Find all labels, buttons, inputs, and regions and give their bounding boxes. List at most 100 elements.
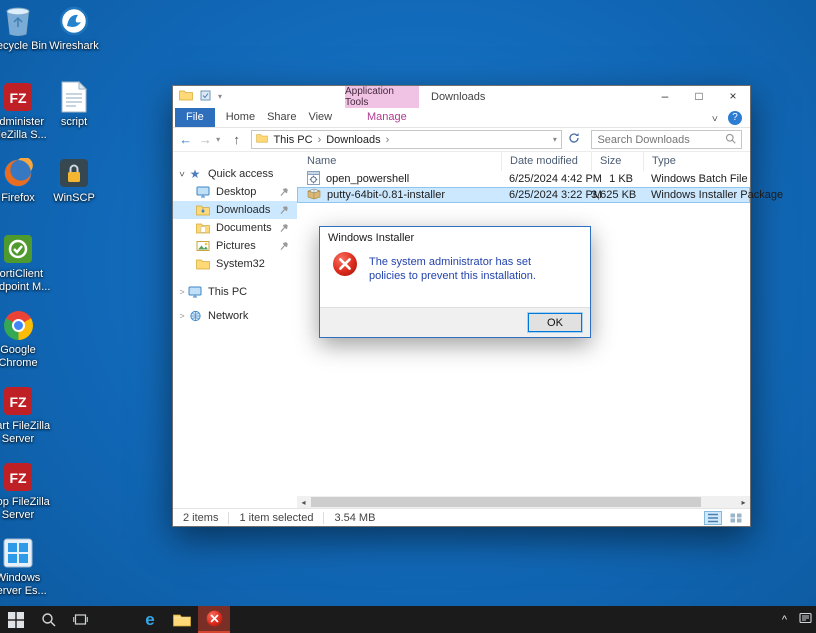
pin-icon bbox=[279, 205, 289, 218]
pictures-icon bbox=[195, 240, 211, 252]
filezilla-icon: FZ bbox=[1, 80, 35, 114]
tray-expand-icon[interactable]: ^ bbox=[782, 614, 787, 626]
quick-access-toolbar: ▾ bbox=[179, 89, 228, 104]
sidebar-item-downloads[interactable]: Downloads bbox=[173, 201, 297, 219]
forward-button[interactable]: → bbox=[197, 132, 215, 147]
tab-manage[interactable]: Manage bbox=[361, 108, 405, 127]
recent-locations-dropdown-icon[interactable]: ▾ bbox=[216, 135, 226, 144]
qat-properties-icon[interactable] bbox=[200, 90, 211, 104]
desktop-icon-label: Start FileZilla Server bbox=[0, 420, 54, 446]
sidebar-item-quick-access[interactable]: > ★ Quick access bbox=[173, 165, 297, 183]
address-dropdown-icon[interactable]: ▾ bbox=[553, 135, 557, 144]
scroll-left-icon[interactable]: ◂ bbox=[297, 498, 310, 507]
file-row-selected[interactable]: putty-64bit-0.81-installer 6/25/2024 3:2… bbox=[297, 187, 750, 203]
pin-icon bbox=[279, 241, 289, 254]
edge-icon: e bbox=[145, 611, 154, 628]
close-button[interactable]: × bbox=[716, 86, 750, 108]
file-size: 1 KB bbox=[591, 173, 643, 185]
address-folder-icon bbox=[256, 133, 268, 146]
breadcrumb-this-pc[interactable]: This PC bbox=[273, 134, 312, 146]
search-box[interactable] bbox=[591, 130, 742, 149]
address-bar: ← → ▾ ↑ This PC › Downloads › ▾ bbox=[173, 128, 750, 152]
desktop-icon-forticlient[interactable]: FortiClient Endpoint M... bbox=[0, 232, 54, 294]
taskbar-file-explorer-button[interactable] bbox=[166, 606, 198, 633]
sidebar-item-system32[interactable]: System32 bbox=[173, 255, 297, 273]
desktop-icon-google-chrome[interactable]: Google Chrome bbox=[0, 308, 54, 370]
desktop-icon-script[interactable]: script bbox=[38, 80, 110, 129]
script-file-icon bbox=[57, 80, 91, 114]
start-button[interactable] bbox=[0, 606, 32, 633]
chrome-icon bbox=[1, 308, 35, 342]
desktop-icon-wireshark[interactable]: Wireshark bbox=[38, 4, 110, 53]
chevron-collapsed-icon[interactable]: > bbox=[177, 311, 187, 321]
sidebar-item-this-pc[interactable]: > This PC bbox=[173, 283, 297, 301]
breadcrumb-separator-icon: › bbox=[318, 134, 322, 146]
horizontal-scrollbar[interactable]: ◂ ▸ bbox=[297, 496, 750, 508]
taskbar: e ^ bbox=[0, 606, 816, 633]
batch-file-icon bbox=[307, 171, 320, 188]
sidebar-item-documents[interactable]: Documents bbox=[173, 219, 297, 237]
network-icon bbox=[187, 310, 203, 322]
expand-ribbon-icon[interactable]: > bbox=[709, 115, 720, 121]
details-view-button[interactable] bbox=[704, 511, 722, 525]
caption-buttons: – □ × bbox=[648, 86, 750, 108]
up-button[interactable]: ↑ bbox=[228, 132, 246, 147]
windows-server-icon bbox=[1, 536, 35, 570]
desktop-icon-label: Google Chrome bbox=[0, 344, 54, 370]
chevron-expanded-icon[interactable]: > bbox=[177, 169, 187, 179]
maximize-button[interactable]: □ bbox=[682, 86, 716, 108]
tab-file[interactable]: File bbox=[175, 108, 215, 127]
taskbar-edge-button[interactable]: e bbox=[134, 606, 166, 633]
sidebar-label: This PC bbox=[208, 286, 247, 298]
tray-notification-icon[interactable] bbox=[799, 611, 812, 629]
quick-access-icon: ★ bbox=[187, 167, 203, 181]
chevron-collapsed-icon[interactable]: > bbox=[177, 287, 187, 297]
qat-customize-dropdown-icon[interactable]: ▾ bbox=[218, 92, 228, 101]
tab-home[interactable]: Home bbox=[220, 108, 261, 127]
taskbar-search-button[interactable] bbox=[32, 606, 64, 633]
sidebar-label: Downloads bbox=[216, 204, 270, 216]
taskbar-windows-installer-button[interactable] bbox=[198, 606, 230, 633]
tab-share[interactable]: Share bbox=[261, 108, 302, 127]
column-header-type[interactable]: Type bbox=[643, 152, 753, 171]
filezilla-server-icon: FZ bbox=[1, 384, 35, 418]
sidebar-label: Network bbox=[208, 310, 248, 322]
column-header-date-modified[interactable]: Date modified bbox=[501, 152, 591, 171]
svg-text:FZ: FZ bbox=[9, 90, 27, 106]
minimize-button[interactable]: – bbox=[648, 86, 682, 108]
column-header-name[interactable]: Name bbox=[297, 152, 501, 171]
file-row[interactable]: open_powershell 6/25/2024 4:42 PM 1 KB W… bbox=[297, 171, 750, 187]
desktop-icon-winscp[interactable]: WinSCP bbox=[38, 156, 110, 205]
explorer-window-icon bbox=[179, 89, 193, 104]
search-input[interactable] bbox=[597, 134, 721, 146]
desktop-icon-start-filezilla-server[interactable]: FZ Start FileZilla Server bbox=[0, 384, 54, 446]
help-icon[interactable]: ? bbox=[728, 111, 742, 125]
file-type: Windows Installer Package bbox=[643, 189, 753, 201]
desktop-icon-windows-server[interactable]: Windows Server Es... bbox=[0, 536, 54, 598]
sidebar-item-network[interactable]: > Network bbox=[173, 307, 297, 325]
column-header-size[interactable]: Size bbox=[591, 152, 643, 171]
scrollbar-thumb[interactable] bbox=[311, 497, 701, 507]
sidebar-item-desktop[interactable]: Desktop bbox=[173, 183, 297, 201]
desktop-icon-stop-filezilla-server[interactable]: FZ Stop FileZilla Server bbox=[0, 460, 54, 522]
recycle-bin-icon bbox=[1, 4, 35, 38]
installer-package-icon bbox=[307, 187, 321, 203]
task-view-button[interactable] bbox=[64, 606, 96, 633]
contextual-tab-application-tools[interactable]: Application Tools bbox=[345, 86, 419, 108]
address-box[interactable]: This PC › Downloads › ▾ bbox=[251, 130, 562, 149]
back-button[interactable]: ← bbox=[177, 132, 195, 147]
large-icons-view-button[interactable] bbox=[727, 511, 745, 525]
sidebar-item-pictures[interactable]: Pictures bbox=[173, 237, 297, 255]
scroll-right-icon[interactable]: ▸ bbox=[737, 498, 750, 507]
wireshark-icon bbox=[57, 4, 91, 38]
file-name: putty-64bit-0.81-installer bbox=[327, 189, 445, 201]
ok-button[interactable]: OK bbox=[528, 313, 582, 332]
status-bar: 2 items 1 item selected 3.54 MB bbox=[173, 508, 750, 526]
ribbon-tabs: File Home Share View Manage > ? bbox=[173, 108, 750, 128]
dialog-body: The system administrator has set policie… bbox=[320, 248, 590, 307]
dialog-message: The system administrator has set policie… bbox=[369, 251, 569, 307]
tab-view[interactable]: View bbox=[302, 108, 338, 127]
refresh-icon[interactable] bbox=[564, 132, 584, 147]
selection-count: 1 item selected bbox=[239, 512, 324, 524]
breadcrumb-downloads[interactable]: Downloads bbox=[326, 134, 380, 146]
